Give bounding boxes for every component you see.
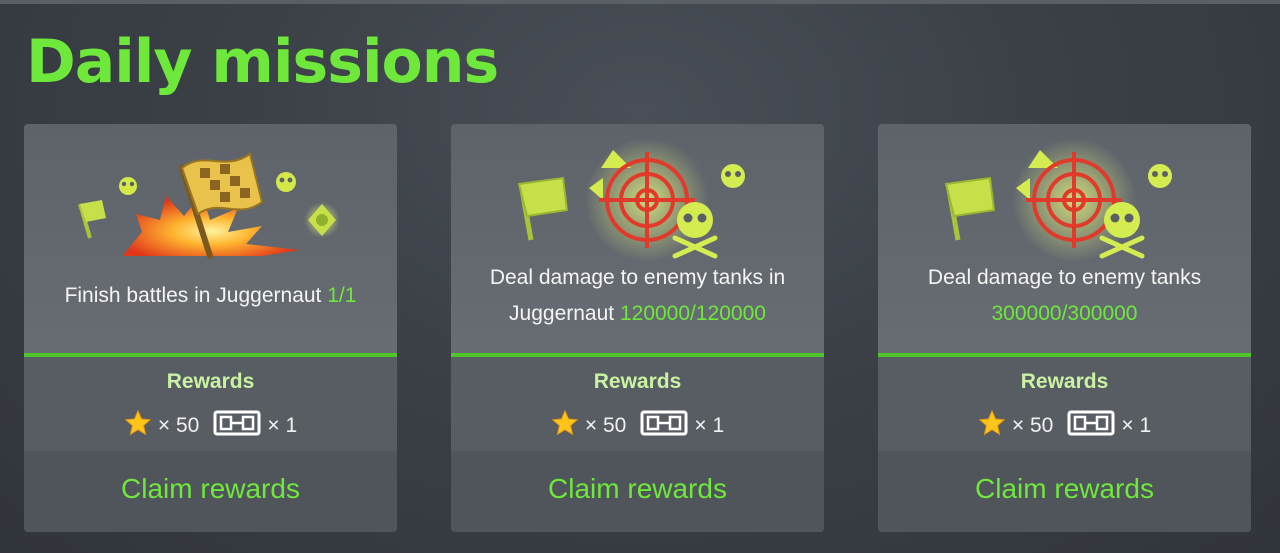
claim-rewards-label: Claim rewards [975, 472, 1154, 504]
claim-rewards-label: Claim rewards [121, 472, 300, 504]
rewards-title: Rewards [1020, 370, 1109, 393]
mission-description: Deal damage to enemy tanks in Juggernaut… [467, 260, 808, 332]
reward-count: × 1 [694, 414, 725, 437]
reward-star: × 50 [551, 409, 626, 443]
claim-rewards-button[interactable]: Claim rewards [451, 451, 824, 532]
top-border [0, 0, 1280, 4]
reward-count: × 50 [584, 414, 627, 437]
mission-progress: 300000/300000 [991, 302, 1138, 325]
mission-description-text: Finish battles in Juggernaut [64, 284, 322, 307]
star-icon [124, 409, 152, 443]
rewards-title: Rewards [166, 370, 255, 393]
reward-ticket: × 1 [1067, 410, 1151, 442]
claim-rewards-button[interactable]: Claim rewards [24, 451, 397, 532]
mission-progress: 120000/120000 [619, 302, 766, 325]
mission-description-text: Deal damage to enemy tanks [927, 266, 1202, 289]
claim-rewards-button[interactable]: Claim rewards [878, 451, 1251, 532]
mission-illustration [78, 152, 340, 259]
star-icon [551, 409, 579, 443]
reward-count: × 1 [267, 414, 298, 437]
mission-card-damage-juggernaut: Deal damage to enemy tanks in Juggernaut… [451, 124, 824, 532]
rewards-panel: Rewards × 50 × 1 [24, 357, 397, 451]
reward-count: × 50 [1011, 414, 1054, 437]
rewards-row: × 50 × 1 [451, 409, 824, 443]
mission-description: Finish battles in Juggernaut 1/1 [40, 278, 381, 314]
claim-rewards-label: Claim rewards [548, 472, 727, 504]
ticket-icon [213, 410, 261, 442]
reward-star: × 50 [124, 409, 199, 443]
rewards-row: × 50 × 1 [24, 409, 397, 443]
missions-list: Finish battles in Juggernaut 1/1 Rewards… [24, 124, 1252, 534]
checkered-flag-explosion-icon [24, 124, 397, 274]
rewards-title: Rewards [593, 370, 682, 393]
mission-illustration [517, 138, 745, 262]
mission-progress: 1/1 [327, 284, 357, 307]
star-icon [978, 409, 1006, 443]
reward-count: × 1 [1121, 414, 1152, 437]
reward-ticket: × 1 [213, 410, 297, 442]
crosshair-target-icon [451, 124, 824, 274]
rewards-row: × 50 × 1 [878, 409, 1251, 443]
mission-description: Deal damage to enemy tanks 300000/300000 [894, 260, 1235, 332]
page-title: Daily missions [26, 27, 499, 97]
mission-card-finish-battles: Finish battles in Juggernaut 1/1 Rewards… [24, 124, 397, 532]
reward-count: × 50 [157, 414, 200, 437]
ticket-icon [1067, 410, 1115, 442]
ticket-icon [640, 410, 688, 442]
reward-star: × 50 [978, 409, 1053, 443]
reward-ticket: × 1 [640, 410, 724, 442]
rewards-panel: Rewards × 50 × 1 [878, 357, 1251, 451]
crosshair-target-icon [878, 124, 1251, 274]
mission-card-damage-enemy-tanks: Deal damage to enemy tanks 300000/300000… [878, 124, 1251, 532]
mission-illustration [944, 138, 1172, 262]
rewards-panel: Rewards × 50 × 1 [451, 357, 824, 451]
